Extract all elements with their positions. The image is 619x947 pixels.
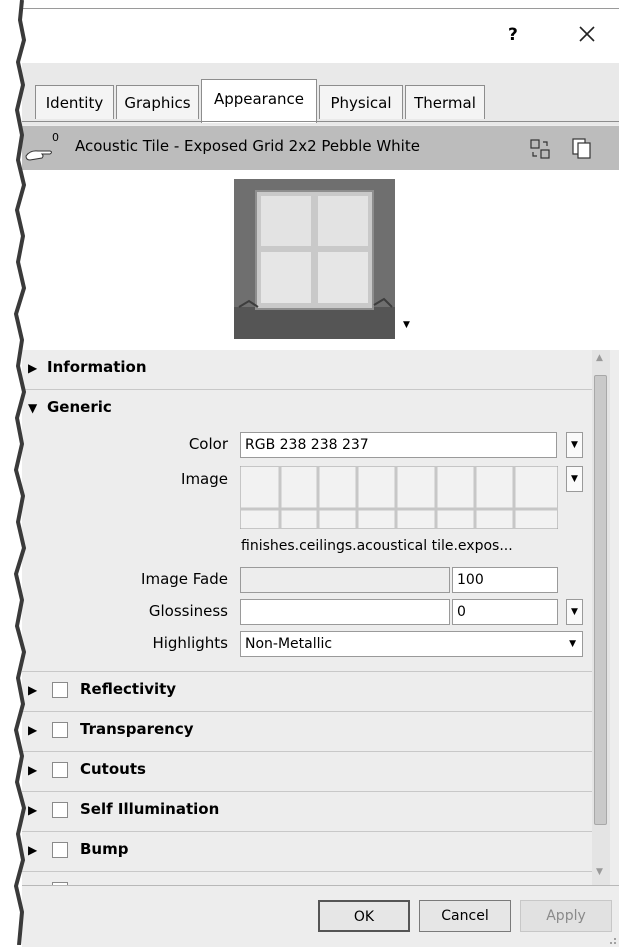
preview-dropdown-arrow-icon[interactable]: ▼ — [403, 320, 410, 330]
section-title: Cutouts — [80, 760, 146, 778]
tab-identity[interactable]: Identity — [35, 85, 114, 119]
bump-checkbox[interactable] — [52, 842, 68, 858]
section-bump[interactable]: ▶ Bump — [22, 832, 592, 872]
section-title: Bump — [80, 840, 129, 858]
close-icon[interactable] — [570, 17, 604, 51]
tab-graphics[interactable]: Graphics — [116, 85, 199, 119]
apply-button[interactable]: Apply — [520, 900, 612, 932]
scrollbar-thumb[interactable] — [594, 375, 607, 825]
image-fade-label: Image Fade — [141, 570, 228, 588]
glossiness-label: Glossiness — [148, 602, 228, 620]
section-transparency[interactable]: ▶ Transparency — [22, 712, 592, 752]
tab-thermal[interactable]: Thermal — [405, 85, 485, 119]
image-fade-slider[interactable] — [240, 567, 450, 593]
tab-physical[interactable]: Physical — [319, 85, 403, 119]
section-reflectivity[interactable]: ▶ Reflectivity — [22, 672, 592, 712]
image-fade-value[interactable]: 100 — [452, 567, 558, 593]
section-title: Information — [47, 358, 147, 376]
section-generic: ▼ Generic Color RGB 238 238 237 ▼ Image … — [22, 390, 592, 672]
asset-usage-count: 0 — [52, 131, 59, 144]
cutouts-checkbox[interactable] — [52, 762, 68, 778]
section-title: Generic — [47, 398, 112, 416]
color-field[interactable]: RGB 238 238 237 — [240, 432, 557, 458]
properties-scrollbar[interactable]: ▲ ▼ — [592, 350, 610, 885]
properties-panel: ▶ Information ▼ Generic Color RGB 238 23… — [22, 350, 592, 885]
tab-label: Identity — [45, 94, 104, 112]
tab-divider — [22, 121, 619, 122]
tab-label: Thermal — [414, 94, 476, 112]
tab-strip: Identity Graphics Appearance Physical Th… — [22, 63, 619, 125]
section-cutouts[interactable]: ▶ Cutouts — [22, 752, 592, 792]
asset-header: 0 Acoustic Tile - Exposed Grid 2x2 Pebbl… — [22, 126, 619, 170]
dialog-footer: OK Cancel Apply — [22, 885, 619, 947]
tab-label: Appearance — [213, 90, 305, 108]
section-partially-hidden[interactable]: ▶ — [22, 872, 592, 885]
help-button[interactable]: ? — [508, 25, 518, 45]
chevron-down-icon: ▼ — [569, 639, 576, 649]
glossiness-value[interactable]: 0 — [452, 599, 558, 625]
scroll-down-icon[interactable]: ▼ — [596, 867, 603, 877]
highlights-select[interactable]: Non-Metallic ▼ — [240, 631, 583, 657]
image-label: Image — [181, 470, 228, 488]
material-browser-window: ? Identity Graphics Appearance Physical … — [22, 8, 619, 947]
image-texture-thumbnail[interactable] — [240, 466, 558, 529]
section-self-illumination[interactable]: ▶ Self Illumination — [22, 792, 592, 832]
highlights-label: Highlights — [152, 634, 228, 652]
tab-label: Physical — [330, 94, 392, 112]
image-dropdown-button[interactable]: ▼ — [566, 466, 583, 492]
title-bar: ? — [22, 9, 619, 63]
duplicate-asset-icon[interactable] — [571, 137, 593, 161]
section-title: Transparency — [80, 720, 194, 738]
ok-button[interactable]: OK — [318, 900, 410, 932]
tab-label: Graphics — [124, 94, 191, 112]
torn-edge-decoration — [0, 0, 27, 945]
asset-name: Acoustic Tile - Exposed Grid 2x2 Pebble … — [75, 137, 420, 155]
cancel-button[interactable]: Cancel — [419, 900, 511, 932]
glossiness-slider[interactable] — [240, 599, 450, 625]
section-information[interactable]: ▶ Information — [22, 350, 592, 390]
reflectivity-checkbox[interactable] — [52, 682, 68, 698]
resize-grip-icon[interactable] — [606, 934, 617, 945]
tab-appearance[interactable]: Appearance — [201, 79, 317, 123]
image-file-name[interactable]: finishes.ceilings.acoustical tile.expos.… — [241, 538, 513, 554]
section-title: Self Illumination — [80, 800, 220, 818]
highlights-value: Non-Metallic — [245, 636, 333, 652]
color-label: Color — [188, 435, 228, 453]
glossiness-dropdown-button[interactable]: ▼ — [566, 599, 583, 625]
material-preview-thumbnail[interactable] — [234, 179, 395, 339]
self-illumination-checkbox[interactable] — [52, 802, 68, 818]
scroll-up-icon[interactable]: ▲ — [596, 353, 603, 363]
color-dropdown-button[interactable]: ▼ — [566, 432, 583, 458]
transparency-checkbox[interactable] — [52, 722, 68, 738]
replace-asset-icon[interactable] — [529, 138, 551, 160]
preview-area: ▼ — [22, 170, 619, 350]
section-title: Reflectivity — [80, 680, 177, 698]
